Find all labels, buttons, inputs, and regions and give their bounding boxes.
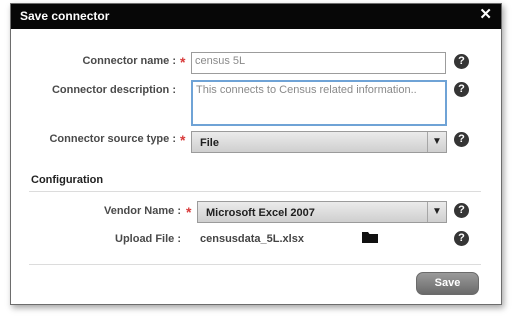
select-value: Microsoft Excel 2007 (206, 207, 315, 219)
select-value: File (200, 137, 219, 149)
required-marker: * (180, 132, 186, 148)
connector-description-textarea[interactable]: This connects to Census related informat… (191, 80, 447, 126)
chevron-down-icon[interactable]: ▼ (427, 132, 446, 152)
upload-file-name: censusdata_5L.xlsx (200, 233, 304, 245)
help-icon[interactable]: ? (454, 82, 469, 97)
vendor-name-select[interactable]: Microsoft Excel 2007 ▼ (197, 201, 447, 223)
dialog-title: Save connector (20, 9, 110, 23)
close-icon[interactable]: ✕ (479, 7, 492, 23)
divider (29, 264, 481, 265)
chevron-down-icon[interactable]: ▼ (427, 202, 446, 222)
connector-source-type-select[interactable]: File ▼ (191, 131, 447, 153)
configuration-heading: Configuration (31, 174, 104, 186)
vendor-name-label: Vendor Name : (103, 205, 181, 217)
help-icon[interactable]: ? (454, 203, 469, 218)
help-icon[interactable]: ? (454, 132, 469, 147)
upload-file-label: Upload File : (115, 233, 181, 245)
required-marker: * (186, 204, 192, 220)
divider (29, 191, 481, 192)
required-marker: * (180, 54, 186, 70)
connector-source-type-label: Connector source type : (49, 133, 176, 145)
save-button[interactable]: Save (416, 272, 479, 295)
connector-name-input[interactable]: census 5L (191, 52, 446, 74)
connector-name-label: Connector name : (82, 55, 176, 67)
connector-description-label: Connector description : (51, 84, 176, 96)
save-connector-dialog: Save connector ✕ Connector name : * cens… (10, 3, 502, 305)
help-icon[interactable]: ? (454, 231, 469, 246)
help-icon[interactable]: ? (454, 54, 469, 69)
dialog-titlebar: Save connector ✕ (11, 4, 501, 29)
folder-icon[interactable] (362, 231, 378, 243)
